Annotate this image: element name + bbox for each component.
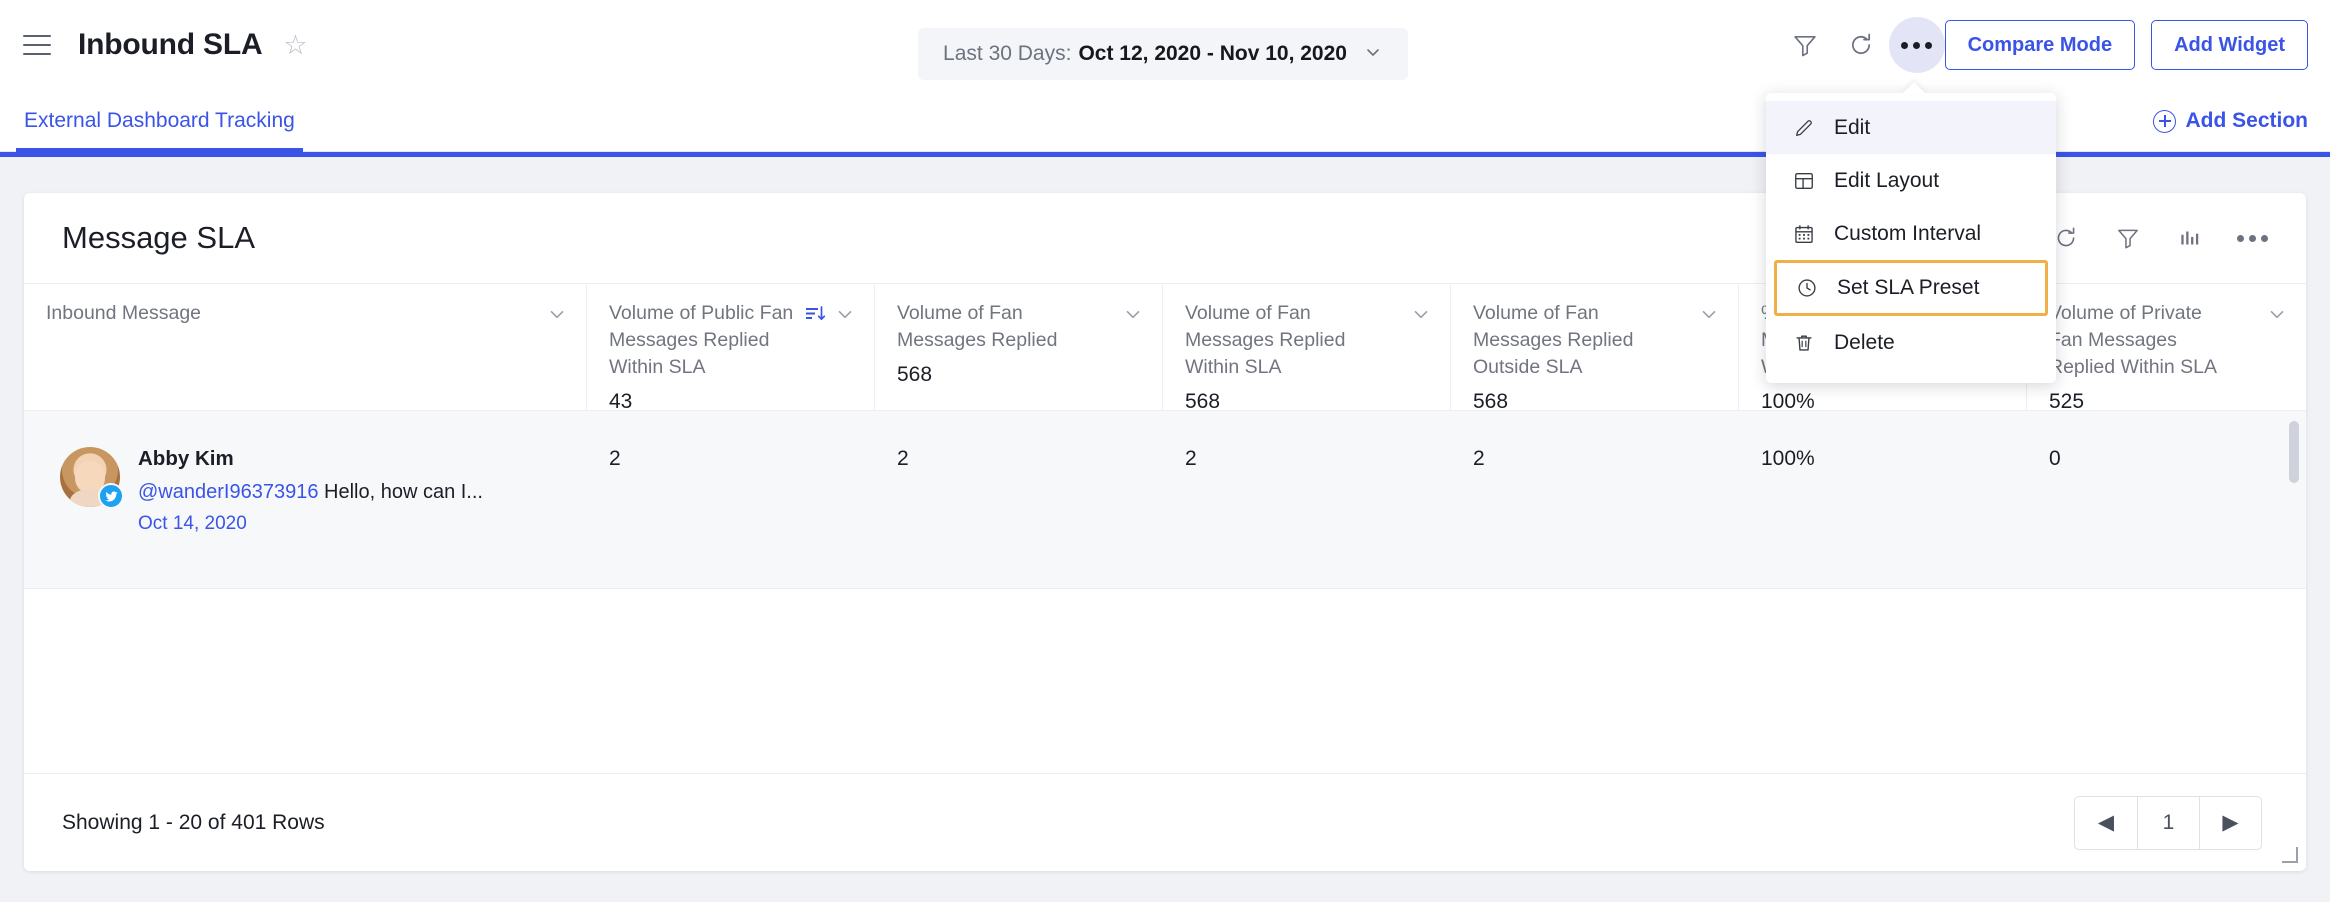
more-horizontal-icon[interactable] [1888,17,1945,73]
column-label: Inbound Message [46,302,202,324]
column-header-public-fan-within-sla[interactable]: Volume of Public Fan Messages Replied Wi… [587,284,875,413]
column-header-fan-messages-replied[interactable]: Volume of Fan Messages Replied 568 [875,284,1163,410]
chevron-down-icon [1363,42,1383,67]
prev-page-button[interactable]: ◀ [2075,797,2137,849]
clock-icon [1795,276,1819,300]
column-header-private-fan-within-sla[interactable]: Volume of Private Fan Messages Replied W… [2027,284,2306,413]
star-icon[interactable]: ☆ [280,30,310,60]
menu-item-edit-layout[interactable]: Edit Layout [1766,154,2056,207]
cell-private-fan-within-sla: 0 [2049,447,2061,470]
widget-title: Message SLA [62,220,255,255]
current-page-number[interactable]: 1 [2137,796,2199,849]
date-range-value: Oct 12, 2020 - Nov 10, 2020 [1078,42,1347,65]
compare-mode-button[interactable]: Compare Mode [1944,20,2136,70]
filter-icon[interactable] [2104,214,2152,262]
menu-item-delete[interactable]: Delete [1766,316,2056,369]
pagination: ◀ 1 ▶ [2074,795,2262,850]
column-label: Volume of Fan Messages Replied Within SL… [1185,302,1346,378]
menu-item-label: Delete [1834,330,1895,354]
table-row[interactable] [24,589,2306,741]
chevron-down-icon[interactable] [1122,303,1144,330]
widget-actions [2042,193,2276,283]
column-header-fan-within-sla[interactable]: Volume of Fan Messages Replied Within SL… [1163,284,1451,413]
cell-public-fan-within-sla: 2 [609,447,621,470]
column-label: Volume of Fan Messages Replied Outside S… [1473,302,1634,378]
chevron-down-icon[interactable] [834,303,856,330]
cell-inbound-message [24,589,587,741]
chevron-down-icon[interactable] [1410,303,1432,330]
add-section-button[interactable]: Add Section [2153,90,2308,152]
column-total: 568 [897,362,933,386]
table-row[interactable]: Abby Kim @wanderI96373916 Hello, how can… [24,411,2306,589]
bar-chart-icon[interactable] [2166,214,2214,262]
column-label: Volume of Fan Messages Replied [897,302,1058,351]
twitter-icon [98,483,124,509]
calendar-icon [1792,222,1816,246]
menu-item-label: Edit Layout [1834,168,1940,192]
column-header-inbound-message[interactable]: Inbound Message [24,284,587,410]
widget-footer: Showing 1 - 20 of 401 Rows ◀ 1 ▶ [24,773,2306,871]
menu-item-set-sla-preset[interactable]: Set SLA Preset [1774,260,2048,316]
plus-circle-icon [2153,109,2177,133]
menu-item-label: Custom Interval [1834,221,1982,245]
chevron-down-icon[interactable] [546,303,568,330]
menu-item-label: Set SLA Preset [1837,276,1980,299]
add-section-label: Add Section [2185,109,2308,132]
chevron-down-icon[interactable] [1698,303,1720,330]
widget-options-menu: Edit Edit Layout Custom Interval Set SLA… [1766,93,2056,383]
date-range-selector[interactable]: Last 30 Days: Oct 12, 2020 - Nov 10, 202… [918,28,1408,80]
top-bar-actions: Compare Mode Add Widget [1777,0,2308,90]
table-vertical-scrollbar[interactable] [2289,421,2299,483]
column-label: Volume of Private Fan Messages Replied W… [2049,302,2217,378]
cell-inbound-message: Abby Kim @wanderI96373916 Hello, how can… [24,411,587,588]
date-range-label: Last 30 Days: [943,42,1072,65]
showing-rows-label: Showing 1 - 20 of 401 Rows [62,810,325,834]
hamburger-icon[interactable] [18,26,56,64]
refresh-icon[interactable] [1833,17,1889,73]
page-title: Inbound SLA [78,28,263,61]
menu-item-custom-interval[interactable]: Custom Interval [1766,207,2056,260]
cell-fan-within-sla: 2 [1185,447,1197,470]
column-header-fan-outside-sla[interactable]: Volume of Fan Messages Replied Outside S… [1451,284,1739,413]
tab-external-dashboard-tracking[interactable]: External Dashboard Tracking [16,90,303,152]
cell-fan-messages-replied: 2 [897,447,909,470]
trash-icon [1792,331,1816,355]
message-text: Hello, how can I... [324,481,483,503]
avatar [60,447,124,509]
message-preview: @wanderI96373916 Hello, how can I... [138,478,483,506]
more-horizontal-icon[interactable] [2228,214,2276,262]
message-author: Abby Kim [138,447,234,470]
menu-item-label: Edit [1834,115,1871,139]
message-body: Abby Kim @wanderI96373916 Hello, how can… [138,447,483,588]
filter-icon[interactable] [1777,17,1833,73]
layout-icon [1792,169,1816,193]
message-handle[interactable]: @wanderI96373916 [138,481,318,503]
next-page-button[interactable]: ▶ [2199,796,2261,849]
sort-descending-icon[interactable] [804,303,826,330]
tab-label: External Dashboard Tracking [24,109,295,132]
column-label: Volume of Public Fan Messages Replied Wi… [609,302,794,378]
table-body: Abby Kim @wanderI96373916 Hello, how can… [24,411,2306,741]
resize-handle[interactable] [2282,847,2298,863]
chevron-down-icon[interactable] [2266,303,2288,330]
cell-fan-outside-sla: 2 [1473,447,1485,470]
pencil-icon [1792,116,1816,140]
add-widget-button[interactable]: Add Widget [2151,20,2308,70]
menu-item-edit[interactable]: Edit [1766,101,2056,154]
cell-pct-fan-within-sla: 100% [1761,447,1815,470]
message-date[interactable]: Oct 14, 2020 [138,513,483,535]
